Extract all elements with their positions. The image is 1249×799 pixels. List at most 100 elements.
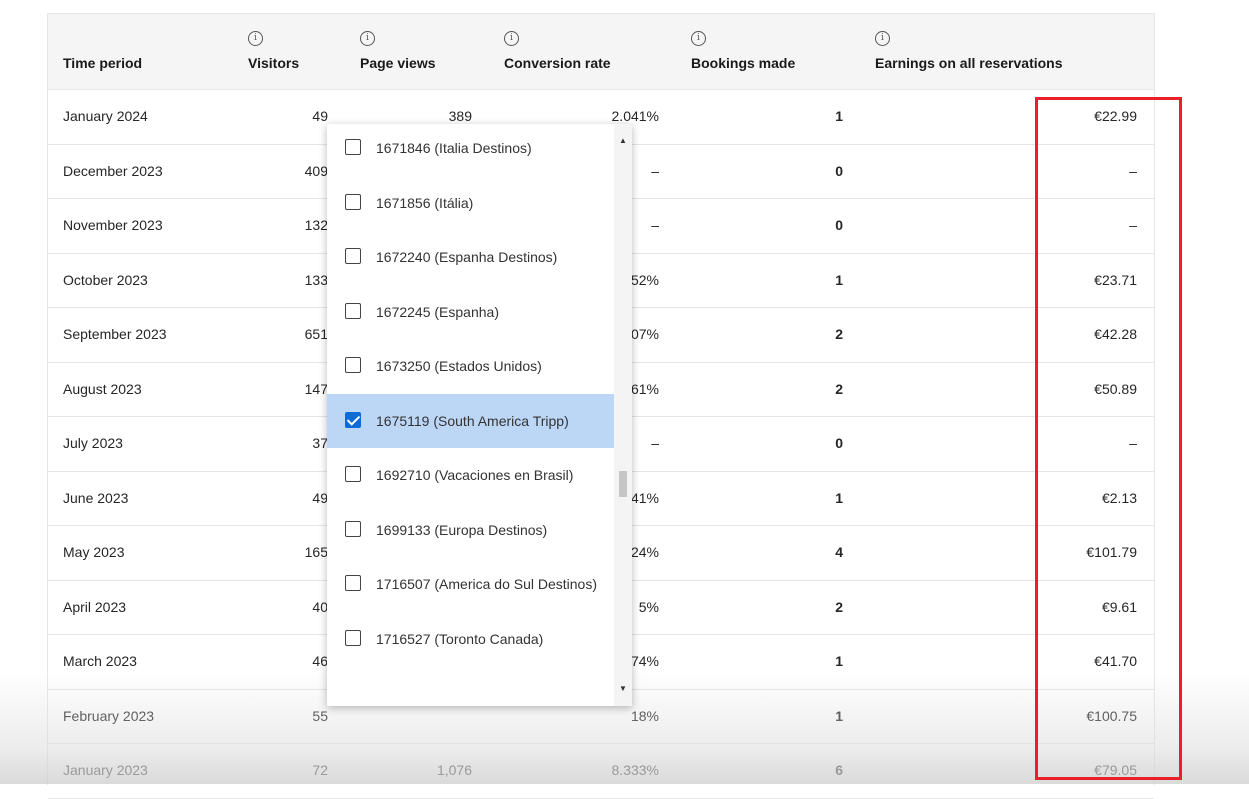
dropdown-option-label: 1672245 (Espanha) [376, 303, 499, 320]
header-earnings-label: Earnings on all reservations [875, 55, 1063, 71]
dropdown-option-label: 1671846 (Italia Destinos) [376, 140, 532, 156]
bookings-cell: 1 [835, 271, 843, 288]
earnings-column-highlight-box [1035, 97, 1182, 780]
dropdown-option-label: 1716507 (America do Sul Destinos) [376, 576, 598, 592]
dropdown-option[interactable]: 1671846 (Italia Destinos) [327, 124, 614, 175]
info-icon[interactable]: i [691, 31, 706, 46]
visitors-cell: 165 [304, 544, 328, 560]
visitors-cell: 409 [304, 162, 328, 179]
visitors-cell: 37 [312, 435, 328, 451]
dropdown-option-label: 1673250 (Estados Unidos) [376, 358, 542, 374]
time-period-cell: April 2023 [63, 598, 127, 615]
bookings-cell: 6 [835, 762, 843, 778]
bookings-cell: 1 [835, 108, 843, 124]
table-header: Time period i Visitors i Page views i Co… [48, 14, 1154, 90]
dropdown-option-label: 1716527 (Toronto Canada) [376, 630, 544, 647]
header-page-views-label: Page views [360, 55, 436, 71]
dropdown-option[interactable]: 1699133 (Europa Destinos) [327, 503, 614, 557]
dropdown-option-label: 1699133 (Europa Destinos) [376, 521, 548, 538]
time-period-cell: November 2023 [63, 217, 163, 233]
visitors-cell: 46 [312, 653, 328, 669]
dropdown-option[interactable]: 1675119 (South America Tripp) [327, 393, 614, 448]
header-time-period-label: Time period [63, 55, 143, 71]
bookings-cell: 0 [835, 162, 843, 179]
table-row: January 2023 72 1,076 8.333% 6 €79.05 [48, 744, 1154, 799]
time-period-cell: March 2023 [63, 653, 137, 669]
conversion-rate-cell: 41% [630, 489, 659, 506]
checkbox[interactable] [345, 302, 361, 319]
page-views-cell: 1,076 [436, 762, 472, 778]
checkbox[interactable] [345, 357, 361, 373]
conversion-rate-cell: 24% [630, 544, 659, 560]
checkbox[interactable] [345, 575, 361, 591]
scroll-up-arrow-icon[interactable]: ▲ [614, 132, 632, 150]
bookings-cell: 2 [835, 326, 843, 342]
conversion-rate-cell: – [651, 217, 659, 233]
time-period-cell: September 2023 [63, 326, 167, 342]
bookings-cell: 1 [835, 707, 843, 724]
dropdown-option[interactable]: 1716507 (America do Sul Destinos) [327, 557, 614, 611]
dropdown-option[interactable]: 1671856 (Itália) [327, 176, 614, 230]
checkbox-checked[interactable] [345, 411, 361, 428]
bookings-cell: 4 [835, 544, 843, 560]
bookings-cell: 0 [835, 217, 843, 233]
header-conversion-rate-label: Conversion rate [504, 55, 611, 71]
visitors-cell: 133 [304, 271, 328, 288]
time-period-cell: January 2024 [63, 108, 148, 124]
bookings-cell: 1 [835, 489, 843, 506]
dropdown-option-label: 1671856 (Itália) [376, 194, 474, 211]
checkbox[interactable] [345, 629, 361, 646]
header-bookings-made-label: Bookings made [691, 55, 796, 71]
visitors-cell: 147 [304, 380, 328, 397]
checkbox[interactable] [345, 466, 361, 482]
dropdown-option[interactable]: 1672245 (Espanha) [327, 285, 614, 339]
info-icon[interactable]: i [360, 31, 375, 46]
bookings-cell: 2 [835, 598, 843, 615]
conversion-rate-cell: 52% [630, 271, 659, 288]
bookings-cell: 1 [835, 653, 843, 669]
info-icon[interactable]: i [248, 31, 263, 46]
header-visitors-label: Visitors [248, 55, 300, 71]
bookings-cell: 0 [835, 435, 843, 451]
dropdown-option-label: 1675119 (South America Tripp) [376, 412, 569, 429]
conversion-rate-cell: 18% [630, 707, 659, 724]
visitors-cell: 651 [304, 326, 328, 342]
time-period-cell: June 2023 [63, 489, 129, 506]
info-icon[interactable]: i [875, 31, 890, 46]
dropdown-option[interactable]: 1716527 (Toronto Canada) [327, 612, 614, 666]
conversion-rate-cell: 74% [630, 653, 659, 669]
time-period-cell: February 2023 [63, 707, 155, 724]
visitors-cell: 55 [312, 707, 328, 724]
property-filter-dropdown[interactable]: 1671846 (Italia Destinos) 1671856 (Itália… [327, 124, 632, 706]
visitors-cell: 40 [312, 598, 328, 615]
visitors-cell: 49 [312, 108, 328, 124]
conversion-rate-cell: – [651, 162, 659, 179]
scrollbar-thumb[interactable] [619, 471, 627, 497]
dropdown-option-label: 1672240 (Espanha Destinos) [376, 249, 558, 265]
dropdown-option[interactable]: 1672240 (Espanha Destinos) [327, 230, 614, 284]
time-period-cell: July 2023 [63, 435, 123, 451]
info-icon[interactable]: i [504, 31, 519, 46]
conversion-rate-cell: 61% [630, 380, 659, 397]
conversion-rate-cell: 8.333% [611, 762, 659, 778]
scroll-down-arrow-icon[interactable]: ▼ [614, 680, 632, 698]
time-period-cell: December 2023 [63, 162, 163, 179]
conversion-rate-cell: 07% [630, 326, 659, 342]
dropdown-scrollbar[interactable]: ▲ ▼ [614, 124, 632, 706]
checkbox[interactable] [345, 193, 361, 210]
checkbox[interactable] [345, 139, 361, 155]
bookings-cell: 2 [835, 380, 843, 397]
time-period-cell: May 2023 [63, 544, 125, 560]
visitors-cell: 49 [312, 489, 328, 506]
checkbox[interactable] [345, 520, 361, 537]
dropdown-option[interactable]: 1692710 (Vacaciones en Brasil) [327, 448, 614, 502]
visitors-cell: 132 [304, 217, 328, 233]
dropdown-option-label: 1692710 (Vacaciones en Brasil) [376, 467, 574, 483]
dropdown-option[interactable]: 1673250 (Estados Unidos) [327, 339, 614, 393]
time-period-cell: August 2023 [63, 380, 142, 397]
time-period-cell: January 2023 [63, 762, 148, 778]
checkbox[interactable] [345, 248, 361, 264]
visitors-cell: 72 [312, 762, 328, 778]
conversion-rate-cell: – [651, 435, 659, 451]
conversion-rate-cell: 5% [638, 598, 659, 615]
